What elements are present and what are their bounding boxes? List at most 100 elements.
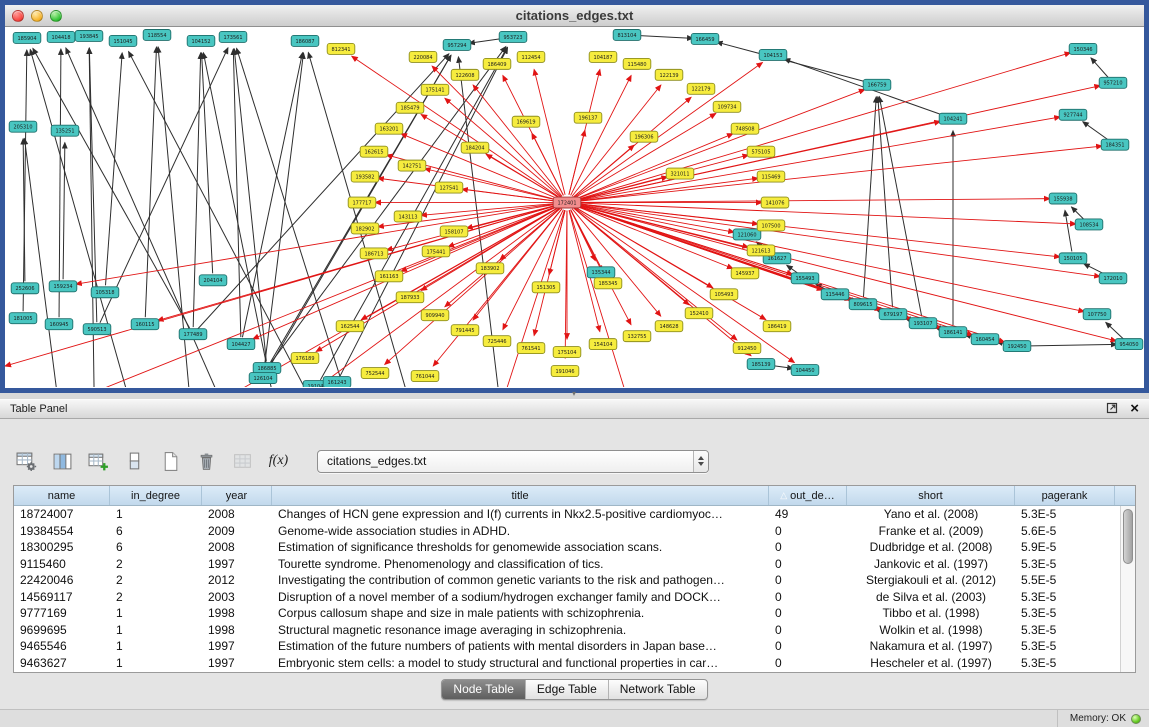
graph-edge[interactable] [105,53,122,285]
status-bar: Memory: OK [0,709,1149,727]
graph-edge[interactable] [571,75,632,195]
graph-edge[interactable] [534,70,565,195]
graph-edge[interactable] [59,49,61,317]
graph-node-label: 812341 [331,47,350,53]
graph-node-label: 162544 [340,324,359,330]
graph-node-label: 104152 [191,39,210,45]
graph-edge[interactable] [271,47,506,363]
graph-node-label: 191046 [555,369,574,375]
close-panel-icon[interactable]: × [1130,403,1139,415]
graph-node-label: 105493 [714,292,733,298]
graph-edge[interactable] [569,130,585,194]
graph-edge[interactable] [233,49,241,337]
table-row[interactable]: 1456911722003Disruption of a novel membe… [14,589,1135,606]
graph-edge[interactable] [66,48,245,387]
table-row[interactable]: 1872400712008Changes of HCN gene express… [14,506,1135,523]
graph-node-label: 927744 [1063,113,1082,119]
column-header-year[interactable]: year [202,486,272,505]
vertical-scrollbar[interactable] [1120,506,1135,672]
graph-node-label: 161163 [379,274,398,280]
graph-edge[interactable] [1071,207,1084,220]
table-selector-dropdown[interactable]: citations_edges.txt [317,450,709,473]
graph-edge[interactable] [1091,58,1108,78]
table-row[interactable]: 946554611997Estimation of the future num… [14,638,1135,655]
add-column-button[interactable] [85,448,112,475]
close-button[interactable] [12,10,24,22]
graph-edge[interactable] [549,210,565,274]
graph-edge[interactable] [462,189,559,201]
panel-title: Table Panel [10,403,68,415]
column-header-short[interactable]: short [847,486,1015,505]
graph-edge[interactable] [575,146,1102,202]
graph-edge[interactable] [575,203,1076,224]
zoom-button[interactable] [50,10,62,22]
graph-edge[interactable] [193,53,200,327]
graph-node-label: 160115 [135,322,154,328]
graph-edge[interactable] [1106,322,1124,339]
table-options-button[interactable] [13,448,40,475]
graph-node-label: 160945 [49,322,68,328]
minimize-button[interactable] [31,10,43,22]
network-canvas[interactable]: 1859041044181938451510451185541041521735… [5,27,1144,387]
graph-node-label: 193845 [79,34,98,40]
graph-edge[interactable] [575,199,1050,203]
graph-edge[interactable] [234,49,266,361]
tab-edge-table[interactable]: Edge Table [526,680,609,699]
panel-splitter-handle[interactable]: ▾ [565,391,583,398]
graph-edge[interactable] [574,134,733,200]
table-row[interactable]: 911546021997Tourette syndrome. Phenomeno… [14,556,1135,573]
graph-edge[interactable] [264,53,304,371]
graph-edge[interactable] [1024,344,1117,346]
graph-edge[interactable] [1083,122,1110,141]
graph-edge[interactable] [63,143,65,280]
table-row[interactable]: 969969511998Structural magnetic resonanc… [14,622,1135,639]
table-row[interactable]: 1938455462009Genome-wide association stu… [14,523,1135,540]
column-header-name[interactable]: name [14,486,110,505]
tab-network-table[interactable]: Network Table [609,680,707,699]
add-row-button[interactable] [121,448,148,475]
table-row[interactable]: 2242004622012Investigating the contribut… [14,572,1135,589]
column-header-pagerank[interactable]: pagerank [1015,486,1115,505]
graph-edge[interactable] [25,139,65,387]
graph-node-label: 105318 [95,290,114,296]
table-row[interactable]: 1830029562008Estimation of significance … [14,539,1135,556]
graph-node-label: 152410 [689,311,708,317]
graph-node-label: 953723 [503,35,522,41]
show-columns-button[interactable] [49,448,76,475]
graph-edge[interactable] [432,66,561,197]
graph-node-label: 143113 [398,214,417,220]
tab-node-table[interactable]: Node Table [442,680,526,699]
cell-out_degree: 0 [769,539,847,556]
new-file-button[interactable] [157,448,184,475]
graph-edge[interactable] [485,210,565,387]
graph-edge[interactable] [575,204,1100,277]
graph-edge[interactable] [225,207,561,387]
graph-edge[interactable] [203,53,285,387]
column-header-out_degree[interactable]: △out_de… [769,486,847,505]
graph-node-label: 104153 [763,53,782,59]
graph-edge[interactable] [1065,210,1072,251]
graph-edge[interactable] [634,35,693,38]
float-panel-icon[interactable] [1106,402,1118,417]
graph-edge[interactable] [198,54,449,329]
graph-edge[interactable] [575,204,1117,340]
network-graph[interactable]: 1859041044181938451510451185541041521735… [5,27,1144,387]
scrollbar-thumb[interactable] [1123,509,1133,564]
table-row[interactable]: 946362711997Embryonic stem cells: a mode… [14,655,1135,672]
graph-edge[interactable] [575,86,1100,201]
graph-edge[interactable] [575,53,1071,201]
graph-edge[interactable] [202,53,213,273]
import-table-button[interactable] [229,448,256,475]
graph-edge[interactable] [574,207,766,320]
column-header-in_degree[interactable]: in_degree [110,486,202,505]
graph-edge[interactable] [473,85,562,196]
table-row[interactable]: 977716911998Corpus callosum shape and si… [14,605,1135,622]
graph-edge[interactable] [361,206,560,319]
graph-edge[interactable] [575,117,1060,201]
graph-edge[interactable] [237,48,365,387]
graph-node-label: 809615 [853,302,872,308]
function-builder-button[interactable]: f(x) [265,448,292,475]
delete-table-button[interactable] [193,448,220,475]
graph-edge[interactable] [253,206,560,339]
column-header-title[interactable]: title [272,486,769,505]
